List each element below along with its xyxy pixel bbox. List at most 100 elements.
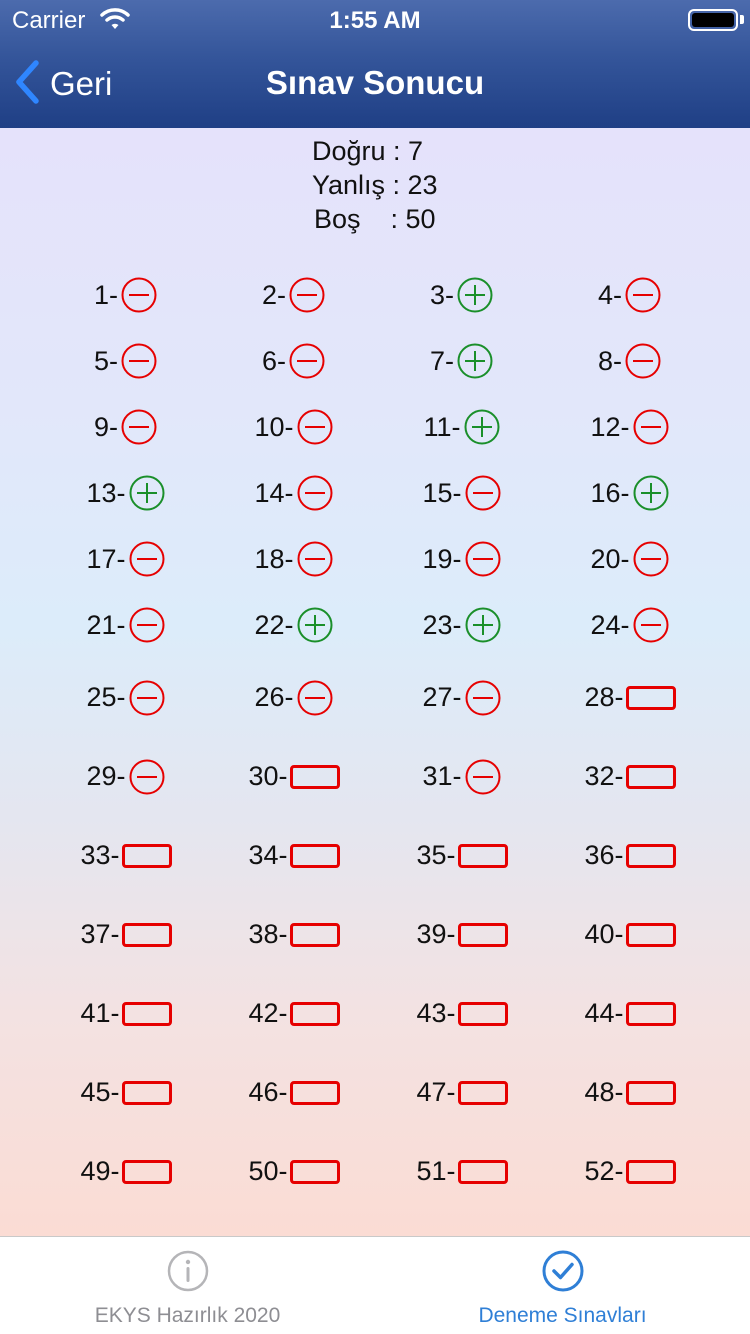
question-item: 40- <box>546 895 714 974</box>
question-item: 38- <box>210 895 378 974</box>
question-item: 5- <box>42 328 210 394</box>
question-item: 22- <box>210 592 378 658</box>
question-item: 19- <box>378 526 546 592</box>
blank-answer-box <box>289 1159 340 1184</box>
question-number: 24- <box>590 609 630 640</box>
tab-label-deneme: Deneme Sınavları <box>478 1304 647 1327</box>
question-number: 45- <box>80 1077 120 1107</box>
question-number: 16- <box>590 477 630 508</box>
minus-circle-icon <box>632 606 670 644</box>
question-item: 26- <box>210 658 378 737</box>
question-number: 14- <box>254 477 294 508</box>
question-item: 28- <box>546 658 714 737</box>
question-number: 44- <box>584 998 624 1028</box>
plus-circle-icon <box>456 342 494 380</box>
question-item: 44- <box>546 974 714 1053</box>
question-number: 18- <box>254 543 294 574</box>
question-item: 15- <box>378 460 546 526</box>
question-item: 8- <box>546 328 714 394</box>
status-bar: Carrier 1:55 AM <box>0 0 750 40</box>
blank-answer-box <box>289 1080 340 1105</box>
question-item: 36- <box>546 816 714 895</box>
minus-circle-icon <box>288 342 326 380</box>
wrong-count: Yanlış : 23 <box>312 170 438 200</box>
question-number: 2- <box>261 279 286 310</box>
question-number: 17- <box>86 543 126 574</box>
blank-answer-box <box>625 922 676 947</box>
blank-answer-box <box>121 1159 172 1184</box>
question-item: 25- <box>42 658 210 737</box>
question-number: 1- <box>93 279 118 310</box>
question-item: 43- <box>378 974 546 1053</box>
plus-circle-icon <box>128 474 166 512</box>
blank-answer-box <box>457 1001 508 1026</box>
question-item: 7- <box>378 328 546 394</box>
tab-ekys-hazirlik[interactable]: EKYS Hazırlık 2020 <box>0 1237 375 1334</box>
plus-circle-icon <box>464 606 502 644</box>
minus-circle-icon <box>128 679 166 717</box>
minus-circle-icon <box>632 540 670 578</box>
question-item: 35- <box>378 816 546 895</box>
checkmark-circle-icon <box>375 1249 750 1293</box>
question-item: 29- <box>42 737 210 816</box>
minus-circle-icon <box>128 540 166 578</box>
question-number: 25- <box>86 682 126 712</box>
question-number: 3- <box>429 279 454 310</box>
minus-circle-icon <box>296 408 334 446</box>
question-number: 37- <box>80 919 120 949</box>
blank-answer-box <box>121 1080 172 1105</box>
question-item: 10- <box>210 394 378 460</box>
question-number: 8- <box>597 345 622 376</box>
question-item: 3- <box>378 262 546 328</box>
blank-answer-box <box>457 1159 508 1184</box>
minus-circle-icon <box>120 342 158 380</box>
question-item: 18- <box>210 526 378 592</box>
blank-answer-box <box>625 764 676 789</box>
app-screen: Carrier 1:55 AM Geri Sınav Sonucu Doğru … <box>0 0 750 1334</box>
question-item: 48- <box>546 1053 714 1132</box>
blank-count: Boş : 50 <box>314 204 436 234</box>
question-number: 6- <box>261 345 286 376</box>
question-item: 32- <box>546 737 714 816</box>
battery-icon <box>688 9 738 31</box>
question-item: 30- <box>210 737 378 816</box>
minus-circle-icon <box>624 342 662 380</box>
question-number: 51- <box>416 1156 456 1186</box>
question-number: 41- <box>80 998 120 1028</box>
question-number: 13- <box>86 477 126 508</box>
minus-circle-icon <box>288 276 326 314</box>
minus-circle-icon <box>464 540 502 578</box>
blank-answer-box <box>625 1001 676 1026</box>
question-item: 13- <box>42 460 210 526</box>
minus-circle-icon <box>464 474 502 512</box>
question-item: 12- <box>546 394 714 460</box>
blank-answer-box <box>625 1159 676 1184</box>
question-item: 16- <box>546 460 714 526</box>
question-item: 34- <box>210 816 378 895</box>
question-number: 52- <box>584 1156 624 1186</box>
question-number: 33- <box>80 840 120 870</box>
blank-answer-box <box>457 843 508 868</box>
question-number: 10- <box>254 411 294 442</box>
question-number: 49- <box>80 1156 120 1186</box>
question-number: 39- <box>416 919 456 949</box>
minus-circle-icon <box>296 679 334 717</box>
navigation-bar: Carrier 1:55 AM Geri Sınav Sonucu <box>0 0 750 128</box>
question-number: 19- <box>422 543 462 574</box>
question-number: 31- <box>422 761 462 791</box>
question-item: 4- <box>546 262 714 328</box>
minus-circle-icon <box>624 276 662 314</box>
blank-answer-box <box>289 922 340 947</box>
minus-circle-icon <box>296 474 334 512</box>
exam-result-content: Doğru : 7 Yanlış : 23 Boş : 50 1- 2- 3- 4- 5… <box>0 128 750 1236</box>
question-item: 14- <box>210 460 378 526</box>
blank-answer-box <box>625 1080 676 1105</box>
minus-circle-icon <box>296 540 334 578</box>
blank-answer-box <box>121 922 172 947</box>
minus-circle-icon <box>120 408 158 446</box>
tab-deneme-sinavlari[interactable]: Deneme Sınavları <box>375 1237 750 1334</box>
question-item: 47- <box>378 1053 546 1132</box>
question-item: 41- <box>42 974 210 1053</box>
question-number: 26- <box>254 682 294 712</box>
blank-answer-box <box>121 843 172 868</box>
